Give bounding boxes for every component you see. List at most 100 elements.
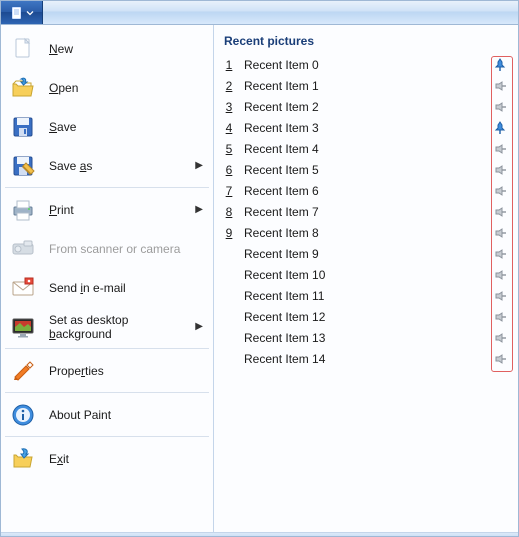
chevron-down-icon (26, 9, 34, 17)
recent-item-label: Recent Item 8 (244, 226, 484, 240)
menu-item-label: From scanner or camera (49, 242, 203, 256)
application-menu-window: New Open Save Save as ▶ Print ▶ From scanner or… (0, 0, 519, 537)
ribbon-titlebar (1, 1, 518, 25)
application-menu-button[interactable] (1, 1, 43, 24)
pin-icon[interactable] (492, 78, 508, 94)
pin-icon[interactable] (492, 162, 508, 178)
recent-item-number: 5 (222, 142, 236, 156)
recent-item-label: Recent Item 5 (244, 163, 484, 177)
pin-icon[interactable] (492, 141, 508, 157)
print-icon (9, 196, 37, 224)
menu-item-label: Set as desktop background (49, 313, 183, 341)
recent-item[interactable]: 1 Recent Item 0 (214, 54, 518, 75)
pin-icon[interactable] (492, 288, 508, 304)
recent-item[interactable]: 9 Recent Item 8 (214, 222, 518, 243)
pin-icon-pinned[interactable] (492, 57, 508, 73)
recent-list: 1Recent Item 02Recent Item 13Recent Item… (214, 52, 518, 532)
pin-icon[interactable] (492, 225, 508, 241)
recent-item-label: Recent Item 4 (244, 142, 484, 156)
recent-item-label: Recent Item 0 (244, 58, 484, 72)
menu-item-label: Send in e-mail (49, 281, 203, 295)
recent-item[interactable]: Recent Item 10 (214, 264, 518, 285)
pin-icon[interactable] (492, 330, 508, 346)
menu-item-label: Save (49, 120, 203, 134)
recent-item[interactable]: Recent Item 12 (214, 306, 518, 327)
recent-item[interactable]: 5 Recent Item 4 (214, 138, 518, 159)
recent-item-label: Recent Item 2 (244, 100, 484, 114)
email-icon (9, 274, 37, 302)
recent-item-number: 7 (222, 184, 236, 198)
properties-icon (9, 357, 37, 385)
recent-item-label: Recent Item 12 (244, 310, 484, 324)
pin-icon[interactable] (492, 99, 508, 115)
left-menu-pane: New Open Save Save as ▶ Print ▶ From scanner or… (1, 25, 214, 532)
recent-item-number: 6 (222, 163, 236, 177)
recent-item-label: Recent Item 9 (244, 247, 484, 261)
recent-item-number: 9 (222, 226, 236, 240)
submenu-arrow-icon: ▶ (195, 160, 203, 171)
recent-item-label: Recent Item 13 (244, 331, 484, 345)
pin-icon[interactable] (492, 183, 508, 199)
menu-item-label: Save as (49, 159, 183, 173)
recent-item-label: Recent Item 7 (244, 205, 484, 219)
scanner-icon (9, 235, 37, 263)
recent-item[interactable]: 6 Recent Item 5 (214, 159, 518, 180)
recent-item[interactable]: Recent Item 9 (214, 243, 518, 264)
recent-item[interactable]: Recent Item 14 (214, 348, 518, 369)
recent-item-label: Recent Item 1 (244, 79, 484, 93)
menu-separator (5, 187, 209, 188)
pin-icon[interactable] (492, 246, 508, 262)
recent-item-label: Recent Item 3 (244, 121, 484, 135)
menu-separator (5, 436, 209, 437)
recent-item-label: Recent Item 6 (244, 184, 484, 198)
pin-icon[interactable] (492, 351, 508, 367)
recent-item[interactable]: 7 Recent Item 6 (214, 180, 518, 201)
menu-item-exit[interactable]: Exit (1, 439, 213, 478)
pin-icon-pinned[interactable] (492, 120, 508, 136)
menu-separator (5, 392, 209, 393)
recent-item-number: 8 (222, 205, 236, 219)
pin-icon[interactable] (492, 309, 508, 325)
saveas-icon (9, 152, 37, 180)
pin-icon[interactable] (492, 204, 508, 220)
new-icon (9, 35, 37, 63)
menu-item-saveas[interactable]: Save as ▶ (1, 146, 213, 185)
document-icon (10, 6, 24, 20)
menu-separator (5, 348, 209, 349)
recent-item-number: 1 (222, 58, 236, 72)
submenu-arrow-icon: ▶ (195, 321, 203, 332)
menu-item-label: Open (49, 81, 203, 95)
menu-item-email[interactable]: Send in e-mail (1, 268, 213, 307)
menu-item-print[interactable]: Print ▶ (1, 190, 213, 229)
open-icon (9, 74, 37, 102)
menu-item-about[interactable]: About Paint (1, 395, 213, 434)
menu-item-wallpaper[interactable]: Set as desktop background ▶ (1, 307, 213, 346)
save-icon (9, 113, 37, 141)
recent-item-number: 4 (222, 121, 236, 135)
recent-item[interactable]: 3Recent Item 2 (214, 96, 518, 117)
recent-header: Recent pictures (214, 25, 518, 52)
menu-body: New Open Save Save as ▶ Print ▶ From scanner or… (1, 25, 518, 532)
menu-item-scanner: From scanner or camera (1, 229, 213, 268)
recent-item[interactable]: 4 Recent Item 3 (214, 117, 518, 138)
menu-item-save[interactable]: Save (1, 107, 213, 146)
recent-item-number: 2 (222, 79, 236, 93)
menu-item-label: Print (49, 203, 183, 217)
recent-item-label: Recent Item 10 (244, 268, 484, 282)
pin-icon[interactable] (492, 267, 508, 283)
recent-item[interactable]: 8 Recent Item 7 (214, 201, 518, 222)
menu-item-open[interactable]: Open (1, 68, 213, 107)
menu-item-label: Exit (49, 452, 203, 466)
recent-item[interactable]: 2 Recent Item 1 (214, 75, 518, 96)
bottom-border (1, 532, 518, 536)
recent-item[interactable]: Recent Item 11 (214, 285, 518, 306)
menu-item-label: About Paint (49, 408, 203, 422)
menu-item-label: New (49, 42, 203, 56)
about-icon (9, 401, 37, 429)
wallpaper-icon (9, 313, 37, 341)
menu-item-new[interactable]: New (1, 29, 213, 68)
menu-item-properties[interactable]: Properties (1, 351, 213, 390)
submenu-arrow-icon: ▶ (195, 204, 203, 215)
recent-item[interactable]: Recent Item 13 (214, 327, 518, 348)
exit-icon (9, 445, 37, 473)
